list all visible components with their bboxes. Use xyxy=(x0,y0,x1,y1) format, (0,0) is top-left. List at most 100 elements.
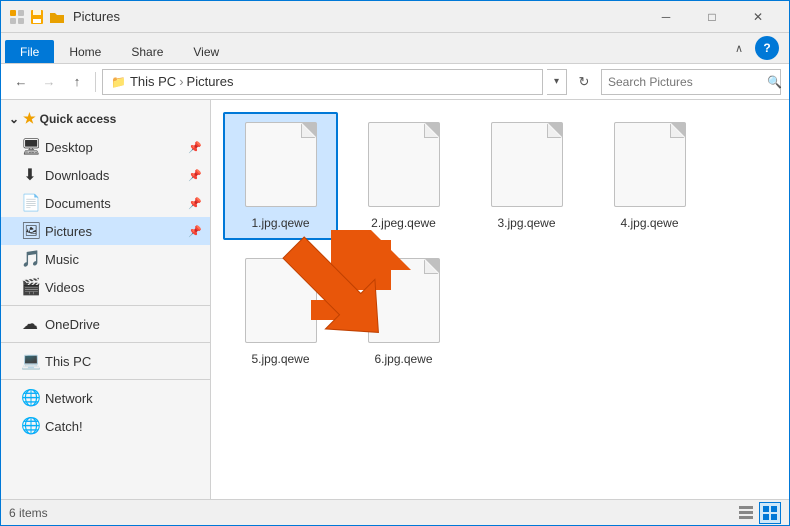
sidebar-item-music[interactable]: 🎵 Music xyxy=(1,245,210,273)
search-input[interactable] xyxy=(608,75,763,89)
file-label-4: 4.jpg.qewe xyxy=(620,216,678,230)
file-icon-4 xyxy=(610,122,690,212)
file-label-5: 5.jpg.qewe xyxy=(251,352,309,366)
sidebar-item-label-pictures: Pictures xyxy=(45,224,92,239)
tab-view[interactable]: View xyxy=(178,40,234,63)
title-bar-icons xyxy=(9,9,65,25)
downloads-icon: ⬇ xyxy=(21,165,39,185)
thispc-icon: 💻 xyxy=(21,351,39,371)
catch-icon: 🌐 xyxy=(21,416,39,436)
documents-icon: 📄 xyxy=(21,193,39,213)
videos-icon: 🎬 xyxy=(21,277,39,297)
sidebar-item-label-videos: Videos xyxy=(45,280,85,295)
tab-share[interactable]: Share xyxy=(116,40,178,63)
status-bar: 6 items xyxy=(1,499,789,525)
file-icon-5 xyxy=(241,258,321,348)
sidebar-item-label-onedrive: OneDrive xyxy=(45,317,100,332)
large-icons-view-button[interactable] xyxy=(759,502,781,524)
breadcrumb-thispc[interactable]: This PC xyxy=(130,74,176,89)
quick-access-header: ⌄ ★ Quick access xyxy=(1,104,210,133)
music-icon: 🎵 xyxy=(21,249,39,269)
up-button[interactable]: ↑ xyxy=(65,70,89,94)
status-items-count: 6 items xyxy=(9,506,48,520)
sidebar-item-downloads[interactable]: ⬇ Downloads 📌 xyxy=(1,161,210,189)
quick-access-icon[interactable] xyxy=(9,9,25,25)
sidebar-item-pictures[interactable]: 🖼 Pictures 📌 xyxy=(1,217,210,245)
tab-home[interactable]: Home xyxy=(54,40,116,63)
window-title: Pictures xyxy=(73,9,120,24)
file-item-2[interactable]: 2.jpeg.qewe xyxy=(346,112,461,240)
file-icon-6 xyxy=(364,258,444,348)
sidebar-item-label-desktop: Desktop xyxy=(45,140,93,155)
close-button[interactable]: ✕ xyxy=(735,1,781,33)
details-view-button[interactable] xyxy=(735,502,757,524)
network-icon: 🌐 xyxy=(21,388,39,408)
pin-icon-documents: 📌 xyxy=(188,197,202,210)
pictures-icon: 🖼 xyxy=(21,221,39,241)
main-content: ⌄ ★ Quick access 🖥 Desktop 📌 ⬇ Downloads… xyxy=(1,100,789,499)
maximize-button[interactable]: □ xyxy=(689,1,735,33)
minimize-button[interactable]: ─ xyxy=(643,1,689,33)
sidebar-item-label-catch: Catch! xyxy=(45,419,83,434)
ribbon: File Home Share View ∧ ? xyxy=(1,33,789,64)
address-bar: ← → ↑ 📁 This PC › Pictures ▾ ↻ 🔍 xyxy=(1,64,789,100)
sidebar-item-documents[interactable]: 📄 Documents 📌 xyxy=(1,189,210,217)
pin-icon-downloads: 📌 xyxy=(188,169,202,182)
sidebar-divider-1 xyxy=(1,305,210,306)
quick-access-star-icon: ★ xyxy=(23,110,36,127)
sidebar-divider-3 xyxy=(1,379,210,380)
sidebar-item-catch[interactable]: 🌐 Catch! xyxy=(1,412,210,440)
window-controls: ─ □ ✕ xyxy=(643,1,781,33)
tab-file[interactable]: File xyxy=(5,40,54,63)
sidebar-item-desktop[interactable]: 🖥 Desktop 📌 xyxy=(1,133,210,161)
sidebar-item-label-downloads: Downloads xyxy=(45,168,109,183)
sidebar-item-network[interactable]: 🌐 Network xyxy=(1,384,210,412)
address-path[interactable]: 📁 This PC › Pictures xyxy=(102,69,543,95)
quick-access-label: Quick access xyxy=(40,112,117,126)
sidebar-item-label-network: Network xyxy=(45,391,93,406)
file-item-5[interactable]: 5.jpg.qewe xyxy=(223,248,338,376)
file-area: 1.jpg.qewe 2.jpeg.qewe 3.jpg.qewe xyxy=(211,100,789,499)
file-icon-2 xyxy=(364,122,444,212)
file-label-6: 6.jpg.qewe xyxy=(374,352,432,366)
sidebar-item-thispc[interactable]: 💻 This PC xyxy=(1,347,210,375)
onedrive-icon: ☁ xyxy=(21,314,39,334)
folder-icon xyxy=(49,9,65,25)
pin-icon-desktop: 📌 xyxy=(188,141,202,154)
file-item-3[interactable]: 3.jpg.qewe xyxy=(469,112,584,240)
title-bar: Pictures ─ □ ✕ xyxy=(1,1,789,33)
sidebar-item-label-documents: Documents xyxy=(45,196,111,211)
file-label-2: 2.jpeg.qewe xyxy=(371,216,436,230)
file-label-1: 1.jpg.qewe xyxy=(251,216,309,230)
pin-icon-pictures: 📌 xyxy=(188,225,202,238)
file-icon-3 xyxy=(487,122,567,212)
save-icon[interactable] xyxy=(29,9,45,25)
search-box[interactable]: 🔍 xyxy=(601,69,781,95)
search-icon[interactable]: 🔍 xyxy=(767,75,782,89)
sidebar-item-label-music: Music xyxy=(45,252,79,267)
file-item-4[interactable]: 4.jpg.qewe xyxy=(592,112,707,240)
title-bar-title: Pictures xyxy=(73,9,643,24)
sidebar-item-onedrive[interactable]: ☁ OneDrive xyxy=(1,310,210,338)
quick-access-chevron: ⌄ xyxy=(9,112,19,126)
file-item-6[interactable]: 6.jpg.qewe xyxy=(346,248,461,376)
ribbon-collapse-button[interactable]: ∧ xyxy=(727,38,751,59)
sidebar-item-videos[interactable]: 🎬 Videos xyxy=(1,273,210,301)
file-icon-1 xyxy=(241,122,321,212)
ribbon-tabs: File Home Share View xyxy=(1,33,238,63)
back-button[interactable]: ← xyxy=(9,70,33,94)
file-area-wrapper: 1.jpg.qewe 2.jpeg.qewe 3.jpg.qewe xyxy=(211,100,789,499)
explorer-window: Pictures ─ □ ✕ File Home Share View ∧ ? … xyxy=(0,0,790,526)
address-dropdown-button[interactable]: ▾ xyxy=(547,69,567,95)
forward-button[interactable]: → xyxy=(37,70,61,94)
ribbon-tabs-row: File Home Share View ∧ ? xyxy=(1,33,789,63)
help-button[interactable]: ? xyxy=(755,36,779,60)
sidebar-item-label-thispc: This PC xyxy=(45,354,91,369)
refresh-button[interactable]: ↻ xyxy=(571,69,597,95)
file-label-3: 3.jpg.qewe xyxy=(497,216,555,230)
breadcrumb-pictures[interactable]: Pictures xyxy=(187,74,234,89)
file-item-1[interactable]: 1.jpg.qewe xyxy=(223,112,338,240)
sidebar: ⌄ ★ Quick access 🖥 Desktop 📌 ⬇ Downloads… xyxy=(1,100,211,499)
desktop-icon: 🖥 xyxy=(21,137,39,157)
sidebar-divider-2 xyxy=(1,342,210,343)
